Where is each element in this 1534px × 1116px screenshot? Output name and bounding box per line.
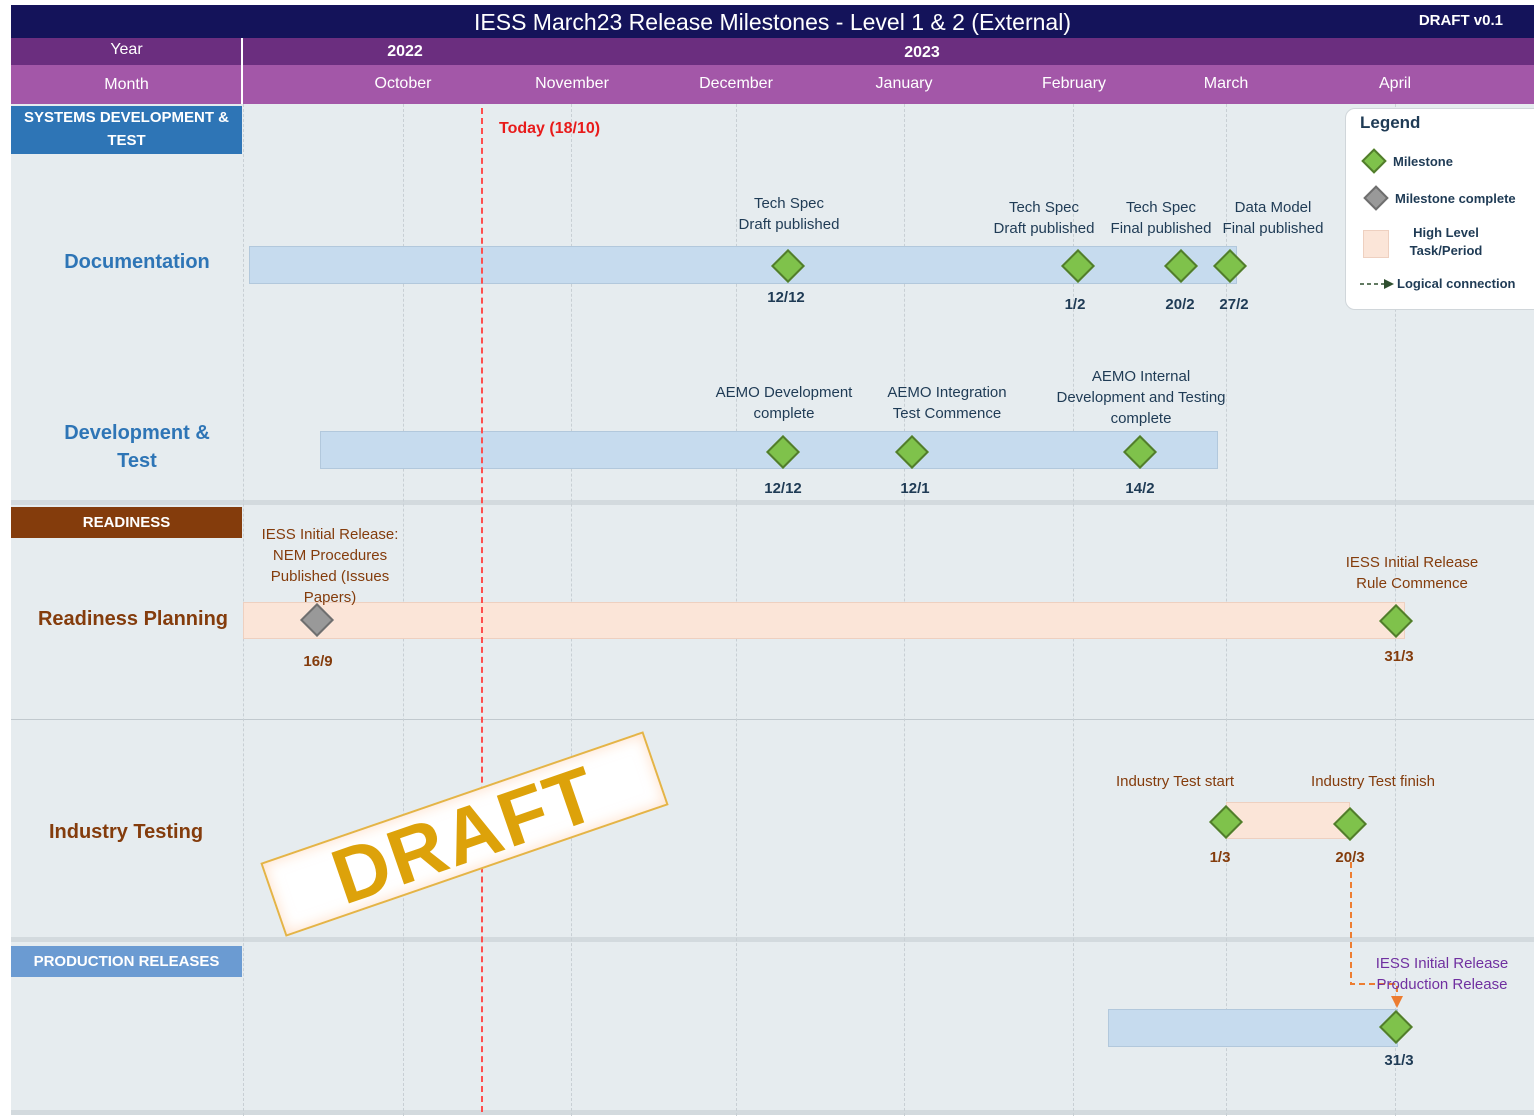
industry-testing-task-bar <box>1226 802 1350 839</box>
milestone-label: AEMO Development complete <box>715 384 853 422</box>
month-april: April <box>1378 75 1412 92</box>
legend-connection-label: Logical connection <box>1397 276 1516 291</box>
legend-task-label: High Level Task/Period <box>1409 225 1483 258</box>
month-february: February <box>1041 75 1107 92</box>
legend-milestone-complete-label: Milestone complete <box>1395 191 1516 206</box>
milestone-label: AEMO Internal Development and Testing co… <box>1056 368 1226 427</box>
milestone-label: Tech Spec Final published <box>1110 199 1212 237</box>
month-december: December <box>699 75 773 92</box>
today-label: Today (18/10) <box>499 120 601 137</box>
month-row-label: Month <box>104 76 149 93</box>
milestone-label: Tech Spec Draft published <box>993 199 1095 237</box>
legend-title: Legend <box>1360 113 1421 132</box>
milestone-label: Data Model Final published <box>1222 199 1324 237</box>
milestone-label: AEMO Integration Test Commence <box>887 384 1007 422</box>
header-divider <box>241 38 243 65</box>
milestone-chart: IESS March23 Release Milestones - Level … <box>0 0 1534 1116</box>
legend-milestone-label: Milestone <box>1393 154 1453 169</box>
legend-connection-arrow-icon <box>1360 279 1394 289</box>
month-october: October <box>374 75 432 92</box>
milestone-label: Industry Test finish <box>1311 773 1435 790</box>
month-march: March <box>1203 75 1249 92</box>
year-header-row: Year 2022 2023 <box>11 38 1534 65</box>
milestone-date: 12/12 <box>764 480 802 497</box>
row-label-readiness-planning: Readiness Planning <box>37 608 229 630</box>
readiness-panel <box>11 505 1534 942</box>
milestone-date: 12/12 <box>767 289 805 306</box>
milestone-date: 31/3 <box>1384 648 1414 665</box>
draft-version-badge: DRAFT v0.1 <box>1418 12 1503 29</box>
month-header-row: Month October November December January … <box>11 65 1534 104</box>
section-header-production: PRODUCTION RELEASES <box>11 946 242 977</box>
milestone-date: 27/2 <box>1219 296 1249 313</box>
legend: Legend Milestone Milestone complete High… <box>1345 108 1534 310</box>
month-january: January <box>875 75 933 92</box>
milestone-label: Industry Test start <box>1115 773 1235 790</box>
section-header-systems: SYSTEMS DEVELOPMENT & TEST <box>11 106 242 154</box>
milestone-date: 1/3 <box>1209 849 1231 866</box>
legend-task-swatch <box>1363 230 1389 258</box>
readiness-task-bar <box>243 602 1405 639</box>
milestone-date: 14/2 <box>1125 480 1155 497</box>
today-line <box>481 108 483 1112</box>
legend-milestone-icon <box>1361 148 1387 174</box>
row-label-industry-testing: Industry Testing <box>48 821 204 843</box>
year-row-label: Year <box>110 41 143 58</box>
legend-milestone-complete-icon <box>1363 185 1389 211</box>
milestone-label: Tech Spec Draft published <box>738 195 840 233</box>
year-2023: 2023 <box>904 44 940 61</box>
month-november: November <box>535 75 609 92</box>
milestone-date: 20/2 <box>1165 296 1195 313</box>
chart-title: IESS March23 Release Milestones - Level … <box>474 9 1071 35</box>
milestone-label: IESS Initial Release Production Release <box>1375 955 1509 993</box>
title-bar: IESS March23 Release Milestones - Level … <box>11 5 1534 38</box>
milestone-date: 16/9 <box>303 653 333 670</box>
section-header-readiness: READINESS <box>11 507 242 538</box>
milestone-date: 1/2 <box>1064 296 1086 313</box>
row-label-development: Development & Test <box>64 422 210 472</box>
row-divider <box>11 719 1534 720</box>
row-label-documentation: Documentation <box>64 251 210 273</box>
year-2022: 2022 <box>387 43 423 60</box>
milestone-label: IESS Initial Release: NEM Procedures Pub… <box>261 526 399 606</box>
milestone-label: IESS Initial Release Rule Commence <box>1345 554 1479 592</box>
milestone-date: 12/1 <box>900 480 930 497</box>
milestone-date: 31/3 <box>1384 1052 1414 1069</box>
header-divider <box>241 65 243 104</box>
production-task-bar <box>1108 1009 1398 1047</box>
